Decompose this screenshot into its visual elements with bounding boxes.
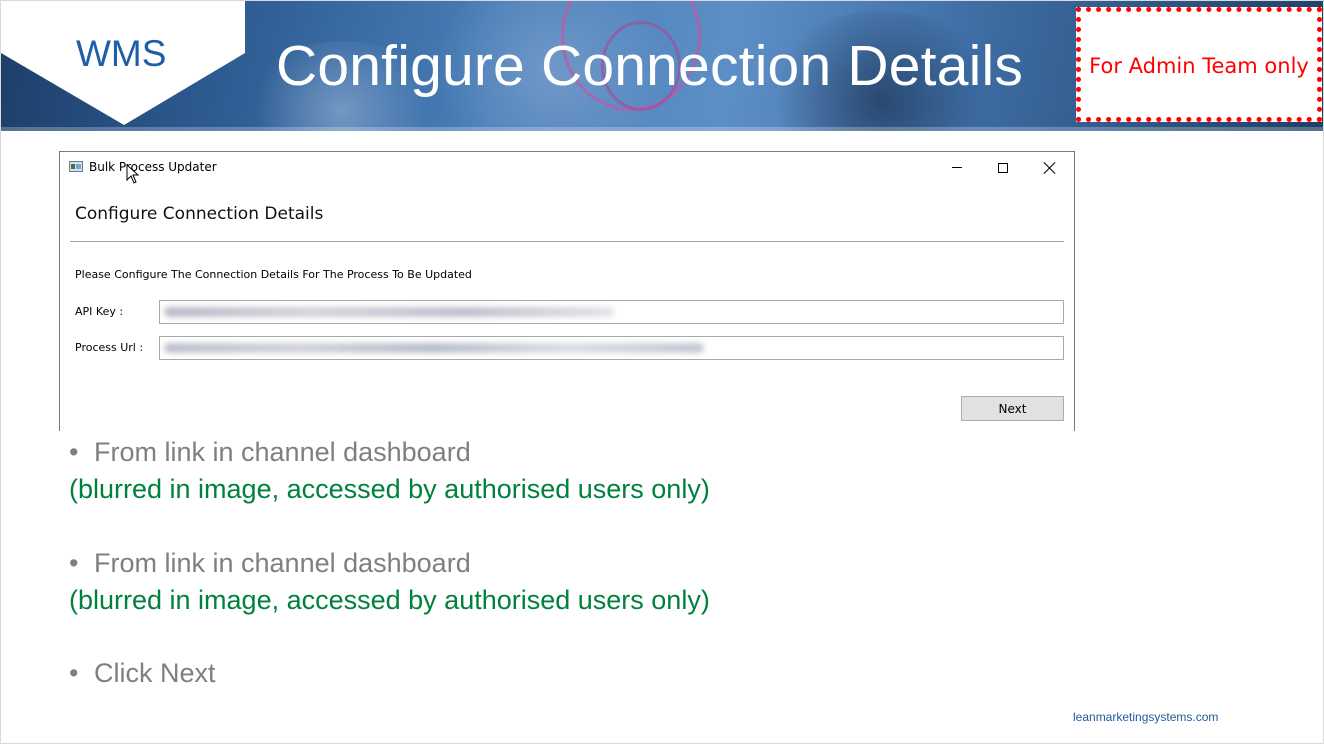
blurred-process-url-value [164, 343, 704, 353]
banner-bottom-edge [1, 127, 1323, 131]
process-url-label: Process Url : [75, 341, 144, 354]
minimize-button[interactable] [934, 152, 980, 183]
bullet-note: (blurred in image, accessed by authorise… [69, 474, 710, 504]
window-title: Bulk Process Updater [89, 160, 217, 174]
bullet-text: From link in channel dashboard [94, 437, 471, 467]
slide: WMS Configure Connection Details For Adm… [0, 0, 1324, 744]
bullet-text: From link in channel dashboard [94, 548, 471, 578]
admin-only-callout: For Admin Team only [1076, 7, 1322, 122]
divider [70, 241, 1064, 242]
process-url-input[interactable] [159, 336, 1064, 360]
bullet-icon: • [69, 437, 79, 467]
bullet-item: • From link in channel dashboard [69, 437, 471, 468]
bulk-process-updater-window: Bulk Process Updater Configure Connectio… [59, 151, 1075, 431]
maximize-icon [998, 162, 1008, 173]
bullet-item: • From link in channel dashboard [69, 548, 471, 579]
bullet-icon: • [69, 658, 79, 688]
close-button[interactable] [1027, 152, 1073, 183]
instruction-text: Please Configure The Connection Details … [75, 268, 472, 281]
bullet-note: (blurred in image, accessed by authorise… [69, 585, 710, 615]
page-title: Configure Connection Details [276, 34, 1024, 98]
maximize-button[interactable] [980, 152, 1026, 183]
close-icon [1044, 162, 1056, 174]
wms-logo: WMS [76, 33, 167, 74]
bullet-icon: • [69, 548, 79, 578]
api-key-label: API Key : [75, 305, 124, 318]
blurred-api-key-value [164, 307, 614, 317]
bullet-item: • Click Next [69, 658, 216, 689]
dialog-heading: Configure Connection Details [75, 204, 324, 224]
minimize-icon [952, 167, 962, 168]
app-icon [69, 161, 83, 172]
api-key-input[interactable] [159, 300, 1064, 324]
bullet-text: Click Next [94, 658, 216, 688]
logo-tab: WMS [1, 1, 245, 125]
footer-website: leanmarketingsystems.com [1073, 710, 1219, 724]
next-button[interactable]: Next [961, 396, 1064, 421]
window-titlebar[interactable]: Bulk Process Updater [60, 152, 1074, 183]
mouse-pointer-icon [126, 164, 140, 184]
admin-only-label: For Admin Team only [1089, 54, 1309, 78]
